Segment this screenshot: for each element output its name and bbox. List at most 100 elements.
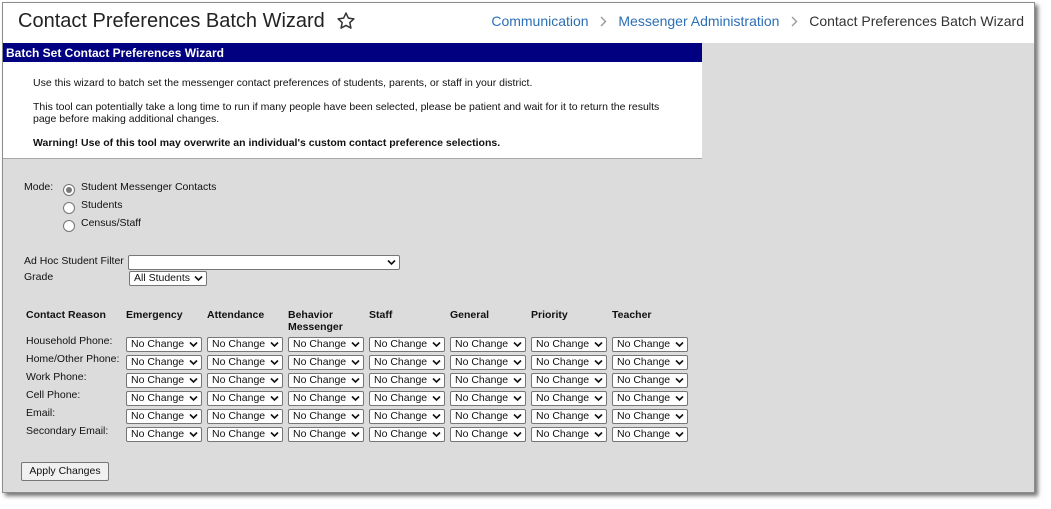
preference-select-cell-phone-staff[interactable]: No Change: [369, 391, 445, 406]
preference-select-work-phone-behavior-messenger[interactable]: No Change: [288, 373, 364, 388]
apply-changes-button[interactable]: Apply Changes: [21, 462, 109, 481]
chevron-down-icon: [189, 431, 198, 438]
preference-value: No Change: [374, 392, 428, 404]
preference-value: No Change: [617, 374, 671, 386]
preference-value: No Change: [212, 374, 266, 386]
preference-value: No Change: [374, 428, 428, 440]
preference-value: No Change: [212, 356, 266, 368]
grade-select[interactable]: All Students: [129, 271, 207, 286]
preference-select-email-priority[interactable]: No Change: [531, 409, 607, 424]
preference-select-household-phone-priority[interactable]: No Change: [531, 337, 607, 352]
preference-select-email-emergency[interactable]: No Change: [126, 409, 202, 424]
preference-select-home-other-phone-emergency[interactable]: No Change: [126, 355, 202, 370]
preference-value: No Change: [374, 356, 428, 368]
preference-select-household-phone-general[interactable]: No Change: [450, 337, 526, 352]
chevron-down-icon: [513, 341, 522, 348]
preference-select-home-other-phone-general[interactable]: No Change: [450, 355, 526, 370]
overwrite-warning: Warning! Use of this tool may overwrite …: [33, 137, 501, 149]
preference-value: No Change: [536, 338, 590, 350]
preference-select-secondary-email-general[interactable]: No Change: [450, 427, 526, 442]
column-header-staff: Staff: [369, 309, 393, 321]
preference-select-home-other-phone-staff[interactable]: No Change: [369, 355, 445, 370]
preference-select-secondary-email-emergency[interactable]: No Change: [126, 427, 202, 442]
preference-value: No Change: [617, 410, 671, 422]
chevron-down-icon: [270, 431, 279, 438]
chevron-down-icon: [387, 259, 396, 266]
adhoc-filter-label: Ad Hoc Student Filter: [24, 255, 124, 267]
preference-value: No Change: [536, 356, 590, 368]
chevron-down-icon: [594, 341, 603, 348]
preference-value: No Change: [536, 410, 590, 422]
preference-select-home-other-phone-teacher[interactable]: No Change: [612, 355, 688, 370]
preference-value: No Change: [293, 410, 347, 422]
breadcrumb-current: Contact Preferences Batch Wizard: [809, 13, 1024, 29]
chevron-down-icon: [432, 431, 441, 438]
preference-select-secondary-email-behavior-messenger[interactable]: No Change: [288, 427, 364, 442]
preference-value: No Change: [617, 356, 671, 368]
preference-select-work-phone-priority[interactable]: No Change: [531, 373, 607, 388]
preference-select-cell-phone-behavior-messenger[interactable]: No Change: [288, 391, 364, 406]
preference-select-work-phone-teacher[interactable]: No Change: [612, 373, 688, 388]
preference-select-email-behavior-messenger[interactable]: No Change: [288, 409, 364, 424]
chevron-right-icon: [592, 13, 614, 29]
chevron-down-icon: [351, 413, 360, 420]
row-label-email: Email:: [26, 407, 56, 419]
chevron-down-icon: [351, 359, 360, 366]
chevron-down-icon: [351, 431, 360, 438]
preference-select-email-attendance[interactable]: No Change: [207, 409, 283, 424]
mode-radio-student-messenger-contacts[interactable]: [63, 184, 75, 196]
preference-select-household-phone-attendance[interactable]: No Change: [207, 337, 283, 352]
preference-value: No Change: [131, 410, 185, 422]
intro-warning-text: This tool can potentially take a long ti…: [33, 101, 660, 125]
chevron-down-icon: [189, 413, 198, 420]
preference-select-household-phone-teacher[interactable]: No Change: [612, 337, 688, 352]
preference-select-secondary-email-teacher[interactable]: No Change: [612, 427, 688, 442]
chevron-down-icon: [675, 395, 684, 402]
preference-select-cell-phone-general[interactable]: No Change: [450, 391, 526, 406]
chevron-down-icon: [594, 413, 603, 420]
preference-select-household-phone-behavior-messenger[interactable]: No Change: [288, 337, 364, 352]
preference-select-household-phone-staff[interactable]: No Change: [369, 337, 445, 352]
chevron-down-icon: [594, 395, 603, 402]
grade-value: All Students: [134, 272, 191, 284]
chevron-down-icon: [513, 413, 522, 420]
adhoc-filter-select[interactable]: [128, 255, 400, 270]
preference-select-cell-phone-emergency[interactable]: No Change: [126, 391, 202, 406]
chevron-down-icon: [432, 359, 441, 366]
chevron-right-icon: [783, 13, 805, 29]
preference-value: No Change: [617, 428, 671, 440]
preference-select-cell-phone-attendance[interactable]: No Change: [207, 391, 283, 406]
preference-select-secondary-email-staff[interactable]: No Change: [369, 427, 445, 442]
star-icon[interactable]: [336, 11, 356, 31]
mode-radio-students[interactable]: [63, 202, 75, 214]
breadcrumb-messenger-administration[interactable]: Messenger Administration: [618, 13, 779, 29]
preference-select-email-general[interactable]: No Change: [450, 409, 526, 424]
preference-value: No Change: [293, 428, 347, 440]
preference-select-cell-phone-priority[interactable]: No Change: [531, 391, 607, 406]
preference-select-work-phone-general[interactable]: No Change: [450, 373, 526, 388]
preference-select-home-other-phone-priority[interactable]: No Change: [531, 355, 607, 370]
preference-select-secondary-email-priority[interactable]: No Change: [531, 427, 607, 442]
preference-select-household-phone-emergency[interactable]: No Change: [126, 337, 202, 352]
preference-select-secondary-email-attendance[interactable]: No Change: [207, 427, 283, 442]
preference-select-home-other-phone-attendance[interactable]: No Change: [207, 355, 283, 370]
preference-select-home-other-phone-behavior-messenger[interactable]: No Change: [288, 355, 364, 370]
chevron-down-icon: [594, 359, 603, 366]
chevron-down-icon: [513, 431, 522, 438]
chevron-down-icon: [351, 377, 360, 384]
preference-select-work-phone-emergency[interactable]: No Change: [126, 373, 202, 388]
preference-select-work-phone-staff[interactable]: No Change: [369, 373, 445, 388]
preference-select-work-phone-attendance[interactable]: No Change: [207, 373, 283, 388]
preference-value: No Change: [131, 428, 185, 440]
mode-radio-census-staff[interactable]: [63, 220, 75, 232]
preference-select-email-teacher[interactable]: No Change: [612, 409, 688, 424]
breadcrumb-communication[interactable]: Communication: [491, 13, 588, 29]
top-bar: Contact Preferences Batch Wizard Communi…: [3, 3, 1034, 43]
preference-select-email-staff[interactable]: No Change: [369, 409, 445, 424]
intro-text: Use this wizard to batch set the messeng…: [33, 77, 533, 89]
preference-value: No Change: [374, 410, 428, 422]
chevron-down-icon: [189, 395, 198, 402]
preference-value: No Change: [131, 374, 185, 386]
chevron-down-icon: [432, 377, 441, 384]
preference-select-cell-phone-teacher[interactable]: No Change: [612, 391, 688, 406]
